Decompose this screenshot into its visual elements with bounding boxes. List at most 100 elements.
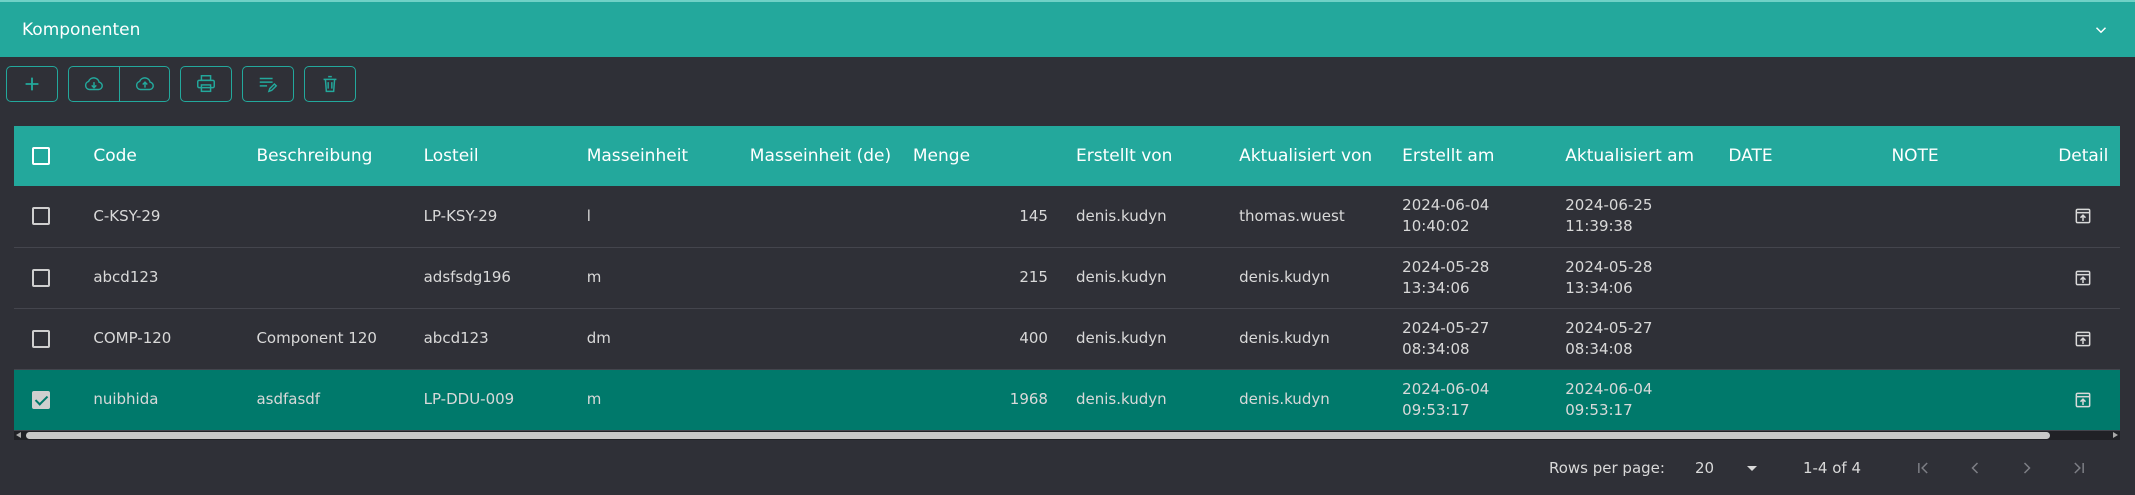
chevron-left-icon <box>1971 462 1979 474</box>
first-page-button[interactable] <box>1897 452 1949 484</box>
cell-masseinheit: m <box>586 390 602 408</box>
cell-erstellt-von: denis.kudyn <box>1075 206 1167 225</box>
table-row-selected[interactable]: nuibhida asdfasdf LP-DDU-009 m 1968 deni… <box>14 369 2120 430</box>
open-detail-button[interactable] <box>2073 329 2093 347</box>
cell-menge: 215 <box>1019 268 1048 286</box>
download-button[interactable] <box>69 67 119 101</box>
header-menge[interactable]: Menge <box>905 126 1068 186</box>
horizontal-scrollbar[interactable] <box>14 431 2120 440</box>
table-row[interactable]: COMP-120 Component 120 abcd123 dm 400 de… <box>14 308 2120 369</box>
printer-icon <box>197 75 215 93</box>
open-detail-button[interactable] <box>2073 268 2093 286</box>
header-aktualisiert-von[interactable]: Aktualisiert von <box>1231 126 1394 186</box>
delete-button[interactable] <box>305 67 355 101</box>
header-erstellt-von[interactable]: Erstellt von <box>1068 126 1231 186</box>
cell-losteil: LP-KSY-29 <box>423 206 498 225</box>
add-button-group <box>6 66 58 102</box>
next-page-button[interactable] <box>2001 452 2053 484</box>
row-checkbox[interactable] <box>32 329 50 348</box>
plus-icon <box>25 77 39 91</box>
panel-title: Komponenten <box>22 19 141 40</box>
cell-code: C-KSY-29 <box>93 206 161 225</box>
cell-erstellt-am: 2024-06-04 10:40:02 <box>1394 186 1557 247</box>
header-masseinheit[interactable]: Masseinheit <box>579 126 742 186</box>
date-part: 2024-05-27 <box>1402 318 1490 337</box>
cell-masseinheit-de <box>742 308 905 369</box>
cell-detail <box>2047 186 2120 247</box>
cell-losteil: LP-DDU-009 <box>423 390 515 408</box>
cell-code: COMP-120 <box>93 329 172 347</box>
cell-menge: 1968 <box>1009 390 1048 408</box>
header-erstellt-am[interactable]: Erstellt am <box>1394 126 1557 186</box>
select-all-checkbox[interactable] <box>32 147 50 165</box>
cell-aktualisiert-von: denis.kudyn <box>1239 268 1330 286</box>
table-row[interactable]: abcd123 adsfsdg196 m 215 denis.kudyn den… <box>14 247 2120 308</box>
cell-detail <box>2047 308 2120 369</box>
cell-erstellt-von: denis.kudyn <box>1075 329 1167 347</box>
edit-button[interactable] <box>243 67 293 101</box>
cell-beschreibung <box>248 247 415 308</box>
cell-note <box>1883 369 2046 430</box>
last-page-icon <box>2074 462 2084 474</box>
rows-per-page-select[interactable]: 20 <box>1695 459 1757 477</box>
cell-code: abcd123 <box>93 268 159 286</box>
cell-menge: 400 <box>1019 329 1048 347</box>
time-part: 09:53:17 <box>1565 400 1633 419</box>
cell-aktualisiert-von: thomas.wuest <box>1239 206 1345 225</box>
trash-icon <box>323 75 337 93</box>
time-part: 08:34:08 <box>1402 339 1470 358</box>
caret-down-icon <box>1746 465 1757 471</box>
row-checkbox[interactable] <box>32 390 50 409</box>
panel-header[interactable]: Komponenten <box>0 0 2135 57</box>
date-part: 2024-05-28 <box>1402 257 1490 276</box>
header-aktualisiert-am[interactable]: Aktualisiert am <box>1557 126 1720 186</box>
cell-erstellt-am: 2024-05-27 08:34:08 <box>1394 308 1557 369</box>
previous-page-button[interactable] <box>1949 452 2001 484</box>
upload-button[interactable] <box>119 67 169 101</box>
date-part: 2024-05-28 <box>1565 257 1653 276</box>
cell-aktualisiert-am: 2024-05-27 08:34:08 <box>1557 308 1720 369</box>
scroll-right-arrow[interactable] <box>2113 432 2118 438</box>
cell-beschreibung: Component 120 <box>256 329 377 347</box>
header-code[interactable]: Code <box>85 126 248 186</box>
cell-date <box>1720 186 1883 247</box>
components-table: Code Beschreibung Losteil Masseinheit Ma… <box>14 126 2120 439</box>
page-range: 1-4 of 4 <box>1802 459 1861 477</box>
open-detail-button[interactable] <box>2073 390 2093 408</box>
table-row[interactable]: C-KSY-29 LP-KSY-29 l 145 denis.kudyn tho… <box>14 186 2120 247</box>
print-button-group <box>180 66 232 102</box>
cell-aktualisiert-am: 2024-06-25 11:39:38 <box>1557 186 1720 247</box>
header-note[interactable]: NOTE <box>1883 126 2046 186</box>
header-masseinheit-de[interactable]: Masseinheit (de) <box>742 126 905 186</box>
scroll-left-arrow[interactable] <box>16 432 21 438</box>
collapse-button[interactable] <box>2089 18 2113 42</box>
cell-code: nuibhida <box>93 390 159 408</box>
cell-erstellt-von: denis.kudyn <box>1075 268 1167 286</box>
date-part: 2024-06-04 <box>1402 379 1490 398</box>
chevron-right-icon <box>2023 462 2031 474</box>
row-checkbox[interactable] <box>32 207 50 226</box>
print-button[interactable] <box>181 67 231 101</box>
open-detail-button[interactable] <box>2073 207 2093 225</box>
cell-note <box>1883 247 2046 308</box>
cell-menge: 145 <box>1019 206 1048 225</box>
scrollbar-thumb[interactable] <box>26 432 2050 439</box>
cell-detail <box>2047 369 2120 430</box>
cell-date <box>1720 369 1883 430</box>
delete-button-group <box>304 66 356 102</box>
date-part: 2024-06-25 <box>1565 196 1653 215</box>
cloud-upload-icon <box>135 77 154 91</box>
add-button[interactable] <box>7 67 57 101</box>
cell-erstellt-am: 2024-06-04 09:53:17 <box>1394 369 1557 430</box>
table-header-row: Code Beschreibung Losteil Masseinheit Ma… <box>14 126 2120 186</box>
header-losteil[interactable]: Losteil <box>416 126 579 186</box>
last-page-button[interactable] <box>2053 452 2105 484</box>
open-in-new-icon <box>2075 270 2091 285</box>
row-checkbox[interactable] <box>32 268 50 287</box>
cell-note <box>1883 186 2046 247</box>
header-date[interactable]: DATE <box>1720 126 1883 186</box>
header-beschreibung[interactable]: Beschreibung <box>248 126 415 186</box>
cell-losteil: adsfsdg196 <box>423 268 511 286</box>
cloud-download-icon <box>84 77 103 91</box>
time-part: 13:34:06 <box>1402 278 1470 297</box>
